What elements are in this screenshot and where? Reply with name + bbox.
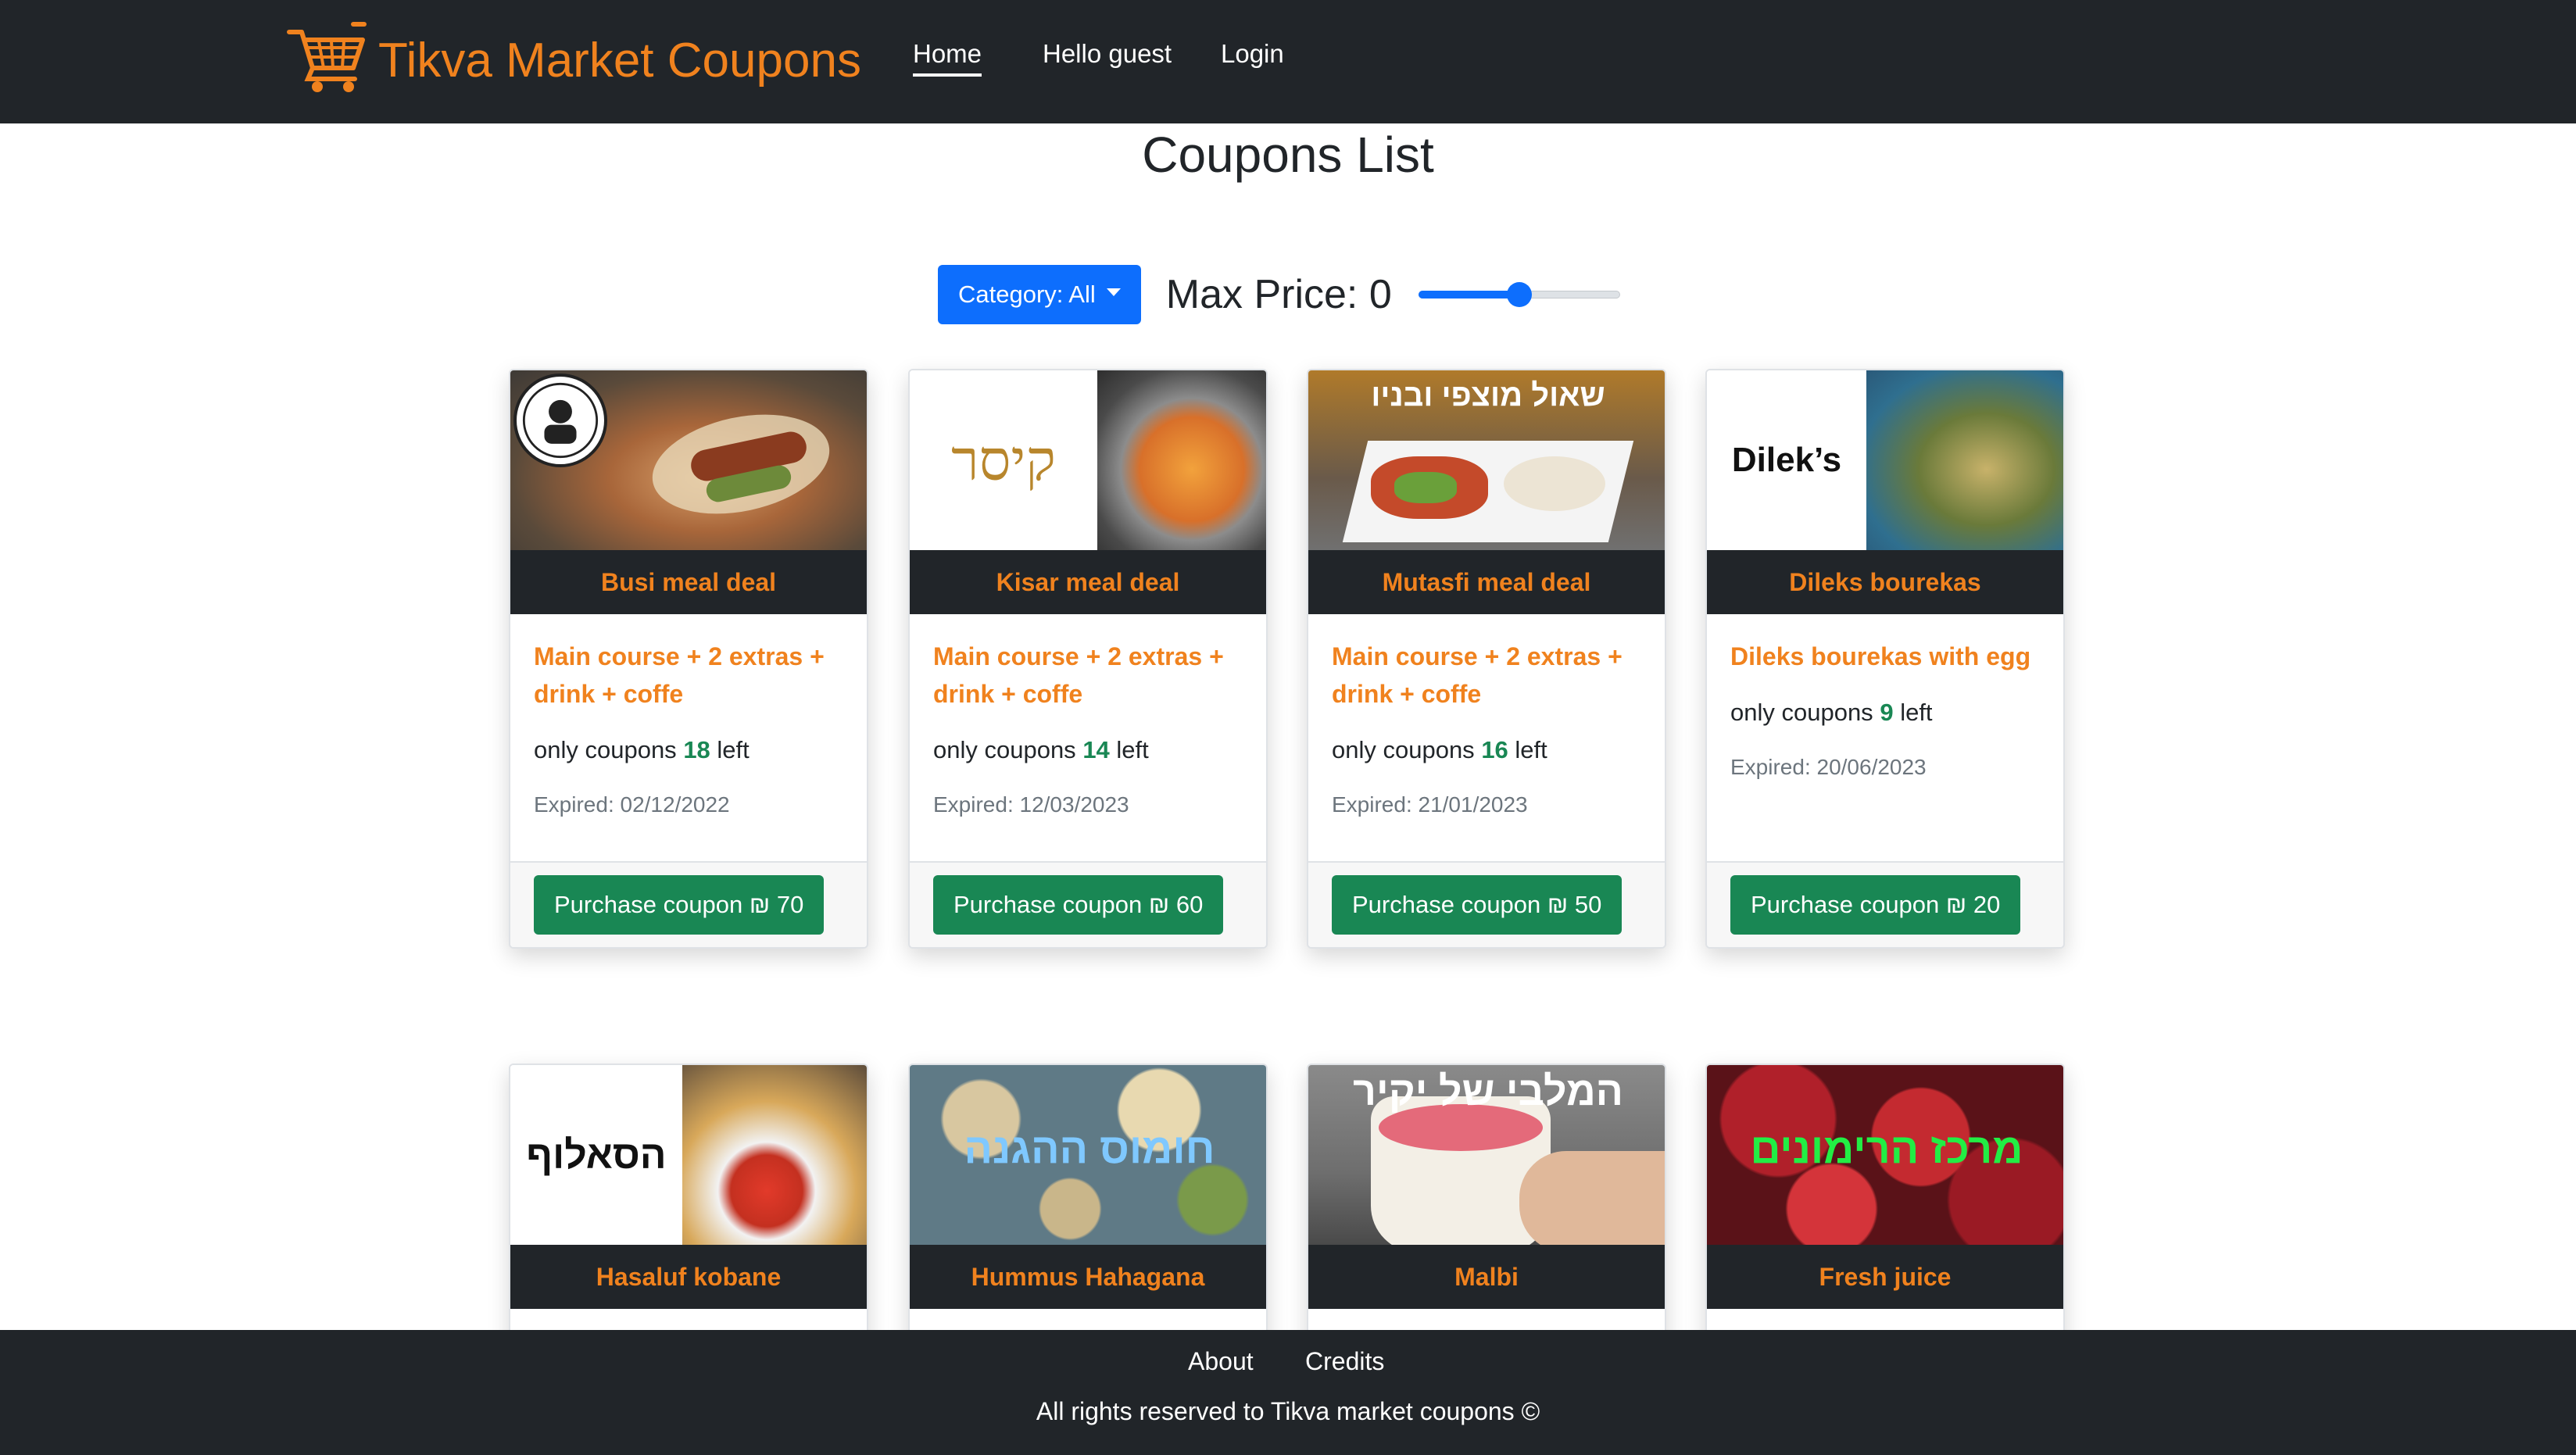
count-number: 9	[1880, 699, 1894, 726]
coupon-card: המלבי של יקיר Malbi	[1307, 1064, 1666, 1376]
count-number: 16	[1481, 736, 1508, 763]
mutasfi-logo-text: שאול מוצפי ובניו	[1371, 378, 1605, 413]
slider-fill	[1418, 291, 1519, 299]
coupon-count: only coupons 9 left	[1730, 699, 2040, 727]
max-price-slider[interactable]	[1418, 279, 1620, 310]
coupon-title: Fresh juice	[1707, 1245, 2063, 1309]
coupon-card: חומוס ההגנה Hummus Hahagana	[908, 1064, 1268, 1376]
coupon-footer: Purchase coupon ₪ 70	[510, 861, 867, 947]
dileks-logo-text: Dilek’s	[1731, 441, 1842, 479]
coupon-title: Malbi	[1308, 1245, 1665, 1309]
coupon-image: Dilek’s	[1707, 370, 2063, 550]
coupon-card: Dilek’s Dileks bourekas Dileks bourekas …	[1705, 369, 2065, 949]
coupon-footer: Purchase coupon ₪ 60	[910, 861, 1266, 947]
count-prefix: only coupons	[1730, 699, 1873, 726]
count-suffix: left	[1900, 699, 1933, 726]
slider-thumb[interactable]	[1506, 282, 1532, 307]
coupon-body: Dileks bourekas with egg only coupons 9 …	[1707, 614, 2063, 864]
coupon-title: Kisar meal deal	[910, 550, 1266, 614]
nav-home-link[interactable]: Home	[913, 39, 982, 77]
count-prefix: only coupons	[933, 736, 1076, 763]
page-title: Coupons List	[1142, 127, 1434, 183]
count-number: 18	[683, 736, 710, 763]
coupon-image: מרכז הרימונים	[1707, 1065, 2063, 1245]
nav-login-link[interactable]: Login	[1221, 39, 1284, 73]
count-suffix: left	[1116, 736, 1149, 763]
page-footer: About Credits All rights reserved to Tik…	[0, 1330, 2576, 1455]
coupon-description: Main course + 2 extras + drink + coffe	[1332, 642, 1623, 708]
coupon-footer: Purchase coupon ₪ 20	[1707, 861, 2063, 947]
coupon-image: הסאלוף	[510, 1065, 867, 1245]
count-prefix: only coupons	[534, 736, 677, 763]
footer-about-link[interactable]: About	[1188, 1347, 1254, 1376]
coupon-count: only coupons 18 left	[534, 736, 843, 764]
category-label: Category: All	[958, 281, 1096, 308]
max-price-label: Max Price: 0	[1165, 272, 1392, 317]
coupon-count: only coupons 14 left	[933, 736, 1243, 764]
purchase-coupon-button[interactable]: Purchase coupon ₪ 60	[933, 875, 1224, 935]
count-prefix: only coupons	[1332, 736, 1475, 763]
coupon-card: הסאלוף Hasaluf kobane	[509, 1064, 868, 1376]
shopping-cart-icon	[286, 21, 367, 100]
coupon-image	[510, 370, 867, 550]
coupon-card: Busi meal deal Main course + 2 extras + …	[509, 369, 868, 949]
count-suffix: left	[717, 736, 750, 763]
hasaluf-logo: הסאלוף	[510, 1065, 682, 1245]
coupon-body: Main course + 2 extras + drink + coffe o…	[510, 614, 867, 864]
coupon-body: Main course + 2 extras + drink + coffe o…	[1308, 614, 1665, 864]
coupon-image: קיסר	[910, 370, 1266, 550]
coupon-title: Mutasfi meal deal	[1308, 550, 1665, 614]
coupon-count: only coupons 16 left	[1332, 736, 1641, 764]
coupon-image: חומוס ההגנה	[910, 1065, 1266, 1245]
brand-link[interactable]: Tikva Market Coupons	[286, 17, 861, 103]
coupon-title: Hummus Hahagana	[910, 1245, 1266, 1309]
coupon-card: מרכז הרימונים Fresh juice	[1705, 1064, 2065, 1376]
coupon-title: Hasaluf kobane	[510, 1245, 867, 1309]
malbi-logo-text: המלבי של יקיר	[1353, 1069, 1623, 1114]
coupon-expiry: Expired: 02/12/2022	[534, 792, 730, 817]
top-navbar: Tikva Market Coupons Home Hello guest Lo…	[0, 0, 2576, 123]
kisar-logo-text: קיסר	[951, 427, 1056, 493]
hummus-logo-text: חומוס ההגנה	[964, 1125, 1215, 1172]
footer-copyright: All rights reserved to Tikva market coup…	[1036, 1397, 1540, 1425]
coupon-description: Dileks bourekas with egg	[1730, 642, 2031, 670]
coupon-expiry: Expired: 12/03/2023	[933, 792, 1129, 817]
purchase-coupon-button[interactable]: Purchase coupon ₪ 70	[534, 875, 825, 935]
coupon-image: המלבי של יקיר	[1308, 1065, 1665, 1245]
category-dropdown-button[interactable]: Category: All	[938, 265, 1141, 324]
purchase-coupon-button[interactable]: Purchase coupon ₪ 20	[1730, 875, 2021, 935]
coupon-body: Main course + 2 extras + drink + coffe o…	[910, 614, 1266, 864]
kisar-logo: קיסר	[910, 370, 1097, 550]
busi-logo-image	[513, 374, 607, 467]
hasaluf-logo-text: הסאלוף	[526, 1133, 667, 1177]
coupon-expiry: Expired: 21/01/2023	[1332, 792, 1528, 817]
footer-credits-link[interactable]: Credits	[1305, 1347, 1384, 1376]
juice-logo-text: מרכז הרימונים	[1750, 1125, 2023, 1172]
coupon-image: שאול מוצפי ובניו	[1308, 370, 1665, 550]
filters-bar: Category: All Max Price: 0	[938, 264, 1620, 325]
coupon-card: שאול מוצפי ובניו Mutasfi meal deal Main …	[1307, 369, 1666, 949]
coupon-description: Main course + 2 extras + drink + coffe	[933, 642, 1224, 708]
coupon-title: Busi meal deal	[510, 550, 867, 614]
coupon-card: קיסר Kisar meal deal Main course + 2 ext…	[908, 369, 1268, 949]
purchase-coupon-button[interactable]: Purchase coupon ₪ 50	[1332, 875, 1623, 935]
caret-down-icon	[1106, 288, 1121, 296]
dileks-logo: Dilek’s	[1707, 370, 1866, 550]
coupon-description: Main course + 2 extras + drink + coffe	[534, 642, 825, 708]
coupon-footer: Purchase coupon ₪ 50	[1308, 861, 1665, 947]
nav-hello-guest[interactable]: Hello guest	[1043, 39, 1172, 73]
coupon-expiry: Expired: 20/06/2023	[1730, 755, 1927, 779]
count-number: 14	[1082, 736, 1110, 763]
count-suffix: left	[1515, 736, 1547, 763]
brand-title: Tikva Market Coupons	[378, 33, 861, 88]
coupon-title: Dileks bourekas	[1707, 550, 2063, 614]
